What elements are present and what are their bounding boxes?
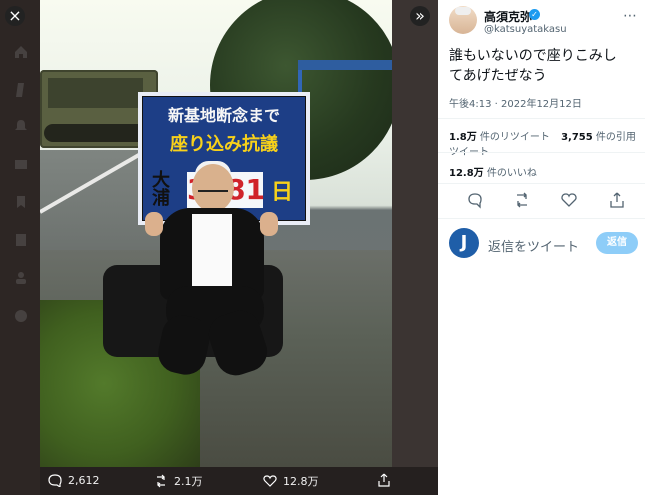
retweet-action[interactable]: 2.1万 [154,473,203,489]
tweet-panel: 高須克弥 ✓ @katsuyatakasu ⋯ 誰もいないので座りこみし てあげ… [438,0,645,495]
bookmarks-icon[interactable] [13,194,29,210]
reply-avatar[interactable]: J [449,228,479,258]
reply-input[interactable]: 返信をツイート [488,236,579,255]
thumb-up-right [260,212,278,236]
retweet-icon[interactable] [513,191,531,209]
tweet-timestamp[interactable]: 午後4:13 · 2022年12月12日 [449,95,582,110]
home-icon[interactable] [13,44,29,60]
verified-icon: ✓ [529,9,540,20]
share-action[interactable] [377,473,391,487]
likes-value[interactable]: 12.8万 [449,168,484,179]
messages-icon[interactable] [13,156,29,172]
bus-shelter [298,60,392,170]
left-navigation-rail [0,0,40,495]
share-icon[interactable] [608,191,626,209]
reply-count: 2,612 [68,473,100,487]
retweet-quote-stats: 1.8万 件のリツイート 3,755 件の引用ツイート [449,128,645,158]
thumb-up-left [145,212,163,236]
more-options-icon[interactable]: ⋯ [623,8,637,24]
retweets-value[interactable]: 1.8万 [449,132,477,143]
tweet-action-row [438,187,645,215]
sign-line1: 新基地断念まで [167,106,280,125]
profile-icon[interactable] [13,270,29,286]
likes-label: 件のいいね [486,168,537,179]
glasses-icon [198,182,228,192]
expand-button[interactable]: » [410,6,430,26]
explore-icon[interactable] [13,82,29,98]
like-icon [263,475,277,487]
reply-action[interactable]: 2,612 [48,473,100,487]
retweet-count: 2.1万 [174,475,203,488]
divider [438,152,645,153]
divider [438,183,645,184]
share-icon [378,473,390,487]
reply-button[interactable]: 返信 [596,232,638,254]
display-name[interactable]: 高須克弥 [484,8,532,25]
quotes-value[interactable]: 3,755 [561,132,593,143]
divider [438,118,645,119]
close-button[interactable]: × [5,6,25,26]
notifications-icon[interactable] [13,118,29,134]
lists-icon[interactable] [13,232,29,248]
retweet-icon [157,474,165,488]
user-avatar[interactable] [449,6,477,34]
like-icon[interactable] [560,191,578,209]
like-action[interactable]: 12.8万 [263,473,319,489]
like-count: 12.8万 [283,475,319,488]
more-icon[interactable] [13,308,29,324]
tweet-text: 誰もいないので座りこみし てあげたぜなう [449,48,617,84]
sign-line2: 座り込み抗議 [170,134,278,155]
close-icon: × [8,6,22,25]
reply-icon[interactable] [466,191,484,209]
likes-stats: 12.8万 件のいいね [449,164,537,179]
retweets-label: 件のリツイート [479,132,550,143]
user-handle[interactable]: @katsuyatakasu [484,24,567,35]
photo-action-bar: 2,612 2.1万 12.8万 [40,467,438,495]
sitting-man [145,161,278,381]
divider [438,218,645,219]
expand-icon: » [415,6,425,25]
reply-icon [48,474,62,487]
tweet-photo[interactable]: 新基地断念まで 座り込み抗議 大浦 3381 日 [40,0,392,467]
